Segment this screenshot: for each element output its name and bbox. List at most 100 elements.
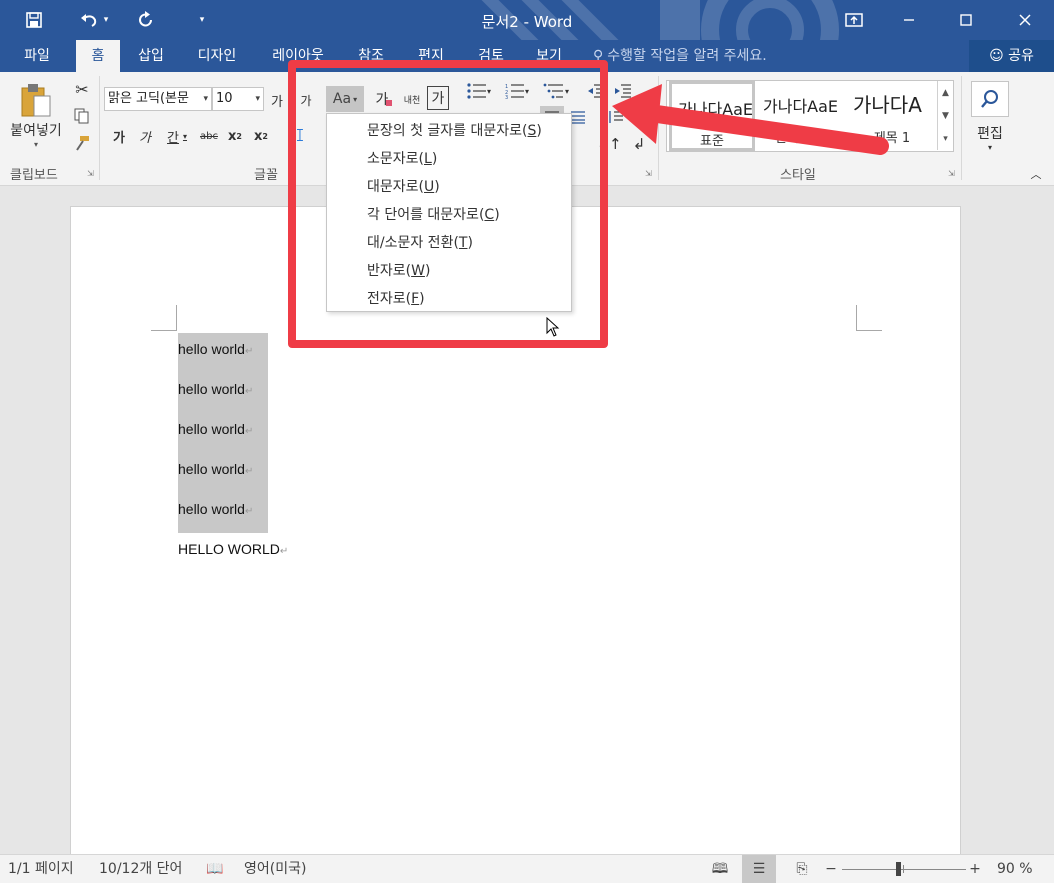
margin-mark-top-right (856, 305, 882, 331)
styles-launcher-icon[interactable]: ⇲ (948, 169, 955, 178)
ribbon-display-options-icon[interactable] (831, 0, 877, 40)
chevron-down-icon: ▾ (182, 131, 187, 141)
chevron-down-icon: ▾ (987, 142, 992, 152)
line-text: hello world (178, 461, 245, 477)
subscript-button[interactable]: x2 (224, 124, 246, 148)
highlight-box (288, 60, 608, 348)
style-name: 간격 없음 (775, 131, 827, 146)
font-name-value: 맑은 고딕(본문 (108, 91, 189, 106)
clipboard-launcher-icon[interactable]: ⇲ (87, 169, 94, 178)
document-line[interactable]: HELLO WORLD↵ (178, 533, 288, 573)
style-preview: 가나다AaE (763, 97, 839, 116)
paragraph-mark-icon: ↵ (244, 346, 254, 357)
zoom-in-icon[interactable]: + (968, 855, 982, 883)
style-normal[interactable]: 가나다AaE 표준 (669, 81, 755, 151)
paste-button[interactable]: 붙여넣기 ▾ (4, 76, 68, 154)
zoom-slider-center-tick (903, 865, 904, 873)
user-icon: ☺ (989, 48, 1004, 64)
styles-scroll-down-icon[interactable]: ▼ (937, 104, 953, 127)
zoom-slider-thumb[interactable] (896, 862, 901, 876)
line-text: hello world (178, 501, 245, 517)
bold-label: 가 (113, 130, 125, 146)
collapse-ribbon-icon[interactable]: ︿ (1028, 166, 1044, 182)
paragraph-mark-icon: ↵ (244, 386, 254, 397)
styles-more-icon[interactable]: ▾ (937, 127, 953, 150)
paste-label: 붙여넣기 (10, 122, 62, 139)
show-marks-icon[interactable]: ↲ (628, 132, 650, 156)
grow-font-label: 가 (271, 94, 283, 110)
maximize-icon[interactable] (943, 0, 989, 40)
web-layout-icon[interactable]: ⎘ (792, 855, 812, 883)
separator (99, 76, 100, 180)
font-name-combo[interactable]: 맑은 고딕(본문 ▾ (104, 87, 212, 111)
word-count[interactable]: 10/12개 단어 (99, 855, 182, 883)
document-line[interactable]: hello world↵ (178, 413, 268, 453)
styles-scroll-up-icon[interactable]: ▲ (937, 81, 953, 104)
style-name: 제목 1 (873, 131, 911, 146)
styles-gallery: 가나다AaE 표준 가나다AaE 간격 없음 가나다A 제목 1 ▲ ▼ ▾ (666, 80, 954, 152)
italic-button[interactable]: 가 (134, 124, 156, 148)
tab-home[interactable]: 홈 (76, 40, 120, 72)
grow-font-button[interactable]: 가 (268, 88, 286, 112)
tab-insert[interactable]: 삽입 (128, 40, 174, 72)
font-group-label: 글꼴 (254, 168, 278, 183)
superscript-button[interactable]: x2 (250, 124, 272, 148)
line-text: hello world (178, 341, 245, 357)
increase-indent-icon[interactable] (612, 80, 634, 102)
proofing-icon[interactable]: 📖 (206, 855, 223, 883)
paragraph-mark-icon: ↵ (244, 466, 254, 477)
underline-button[interactable]: 간 ▾ (160, 124, 194, 148)
document-line[interactable]: hello world↵ (178, 373, 268, 413)
tell-me-text: 수행할 작업을 알려 주세요. (607, 48, 767, 64)
page-count[interactable]: 1/1 페이지 (8, 855, 74, 883)
paragraph-mark-icon: ↵ (279, 546, 289, 557)
superscript-label: x (254, 128, 263, 144)
tab-design[interactable]: 디자인 (187, 40, 247, 72)
format-painter-icon[interactable] (70, 132, 94, 154)
italic-label: 가 (139, 130, 151, 146)
line-text: HELLO WORLD (178, 541, 280, 557)
zoom-level[interactable]: 90 % (997, 855, 1033, 883)
clipboard-group-label: 클립보드 (10, 168, 58, 183)
chevron-down-icon: ▾ (255, 94, 260, 104)
document-line[interactable]: hello world↵ (178, 333, 268, 373)
bold-button[interactable]: 가 (108, 124, 130, 148)
paragraph-launcher-icon[interactable]: ⇲ (645, 169, 652, 178)
font-size-combo[interactable]: 10 ▾ (212, 87, 264, 111)
read-mode-icon[interactable]: 🕮 (710, 855, 730, 883)
language-indicator[interactable]: 영어(미국) (244, 855, 306, 883)
separator (961, 76, 962, 180)
style-heading1[interactable]: 가나다A 제목 1 (847, 81, 937, 151)
editing-button[interactable]: 편집 ▾ (968, 76, 1012, 156)
paste-dropdown-icon: ▾ (33, 139, 38, 149)
line-text: hello world (178, 421, 245, 437)
underline-label: 간 (167, 130, 179, 146)
style-name: 표준 (700, 134, 724, 149)
style-no-spacing[interactable]: 가나다AaE 간격 없음 (757, 81, 845, 151)
tell-me-box[interactable]: ⚲ 수행할 작업을 알려 주세요. (593, 40, 767, 72)
style-preview: 가나다AaE (678, 100, 754, 119)
styles-group-label: 스타일 (780, 168, 816, 183)
share-button[interactable]: ☺ 공유 (969, 40, 1054, 72)
strikethrough-button[interactable]: abc (196, 124, 222, 148)
title-bar: ▾ ▾ 문서2 - Word (0, 0, 1054, 40)
editing-label: 편집 (977, 125, 1003, 142)
paste-icon (21, 83, 51, 116)
strikethrough-label: abc (200, 130, 218, 142)
zoom-out-icon[interactable]: − (824, 855, 838, 883)
separator (658, 76, 659, 180)
margin-mark-top-left (151, 305, 177, 331)
line-text: hello world (178, 381, 245, 397)
cut-icon[interactable]: ✂ (70, 78, 94, 100)
status-bar: 1/1 페이지 10/12개 단어 📖 영어(미국) 🕮 ☰ ⎘ − + 90 … (0, 854, 1054, 883)
chevron-down-icon: ▾ (203, 94, 208, 104)
zoom-slider[interactable] (842, 869, 966, 870)
document-line[interactable]: hello world↵ (178, 453, 268, 493)
search-icon (971, 80, 1009, 117)
copy-icon[interactable] (70, 105, 94, 127)
document-line[interactable]: hello world↵ (178, 493, 268, 533)
close-icon[interactable] (1002, 0, 1048, 40)
tab-file[interactable]: 파일 (14, 40, 60, 72)
print-layout-icon[interactable]: ☰ (742, 855, 776, 883)
minimize-icon[interactable] (886, 0, 932, 40)
